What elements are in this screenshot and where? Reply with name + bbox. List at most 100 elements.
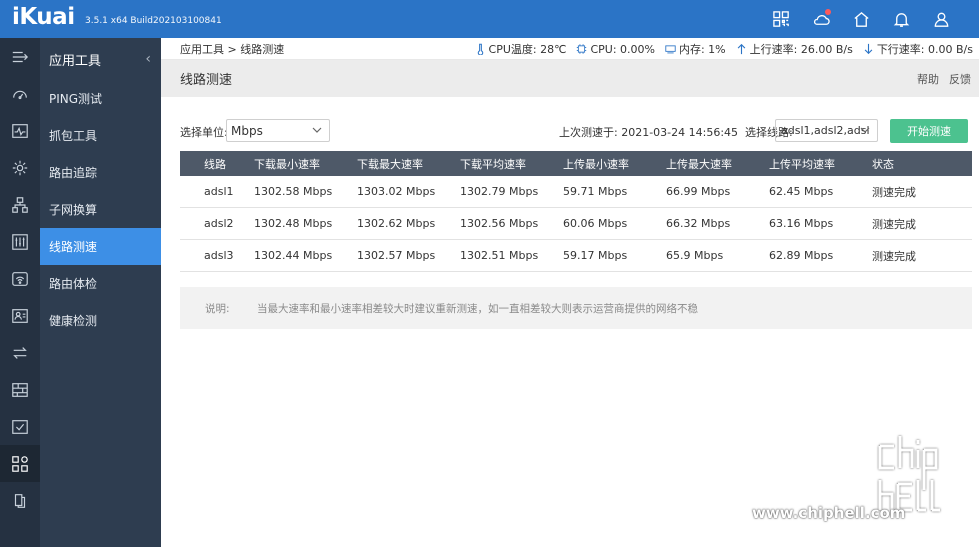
sidebar-section-title: 应用工具 — [49, 53, 102, 69]
status-cell: 测速完成 — [872, 249, 916, 263]
table-cell: 1302.51 Mbps — [460, 249, 539, 262]
column-header[interactable]: 上传平均速率 — [769, 156, 872, 172]
unit-select-value: Mbps — [231, 123, 263, 138]
table-cell: adsl1 — [204, 185, 234, 198]
sidebar-item-traceroute[interactable]: 路由追踪 — [40, 154, 161, 191]
line-select-value: adsl1,adsl2,adsl — [781, 124, 870, 137]
network-icon[interactable] — [0, 186, 40, 223]
feedback-link[interactable]: 反馈 — [949, 71, 971, 87]
notification-dot — [825, 9, 831, 15]
note-box: 说明: 当最大速率和最小速率相差较大时建议重新测速，如一直相差较大则表示运营商提… — [180, 287, 972, 329]
top-bar: iKuai 3.5.1 x64 Build202103100841 — [0, 0, 979, 38]
bell-icon[interactable] — [881, 0, 921, 38]
top-icons — [761, 0, 961, 38]
cpu-temp-stat: CPU温度: 28℃ — [475, 41, 566, 57]
version-label: 3.5.1 x64 Build202103100841 — [85, 16, 222, 26]
start-speedtest-button[interactable]: 开始测速 — [890, 119, 968, 143]
home-icon[interactable] — [841, 0, 881, 38]
table-cell: 1302.48 Mbps — [254, 217, 333, 230]
help-link[interactable]: 帮助 — [917, 71, 939, 87]
arrow-down-icon — [864, 43, 873, 55]
table-row: adsl1 1302.58 Mbps 1303.02 Mbps 1302.79 … — [180, 176, 972, 208]
transfer-icon[interactable] — [0, 334, 40, 371]
sidebar-section-header: 应用工具 ‹ — [40, 38, 161, 80]
app-tools-icon[interactable] — [0, 445, 40, 482]
icon-rail — [0, 38, 40, 547]
table-cell: 66.99 Mbps — [666, 185, 731, 198]
memory-stat: 内存: 1% — [665, 41, 726, 57]
breadcrumb: 应用工具 > 线路测速 — [180, 42, 285, 56]
breadcrumb-bar: 应用工具 > 线路测速 CPU温度: 28℃ CPU: 0.00% 内存: 1%… — [161, 38, 979, 60]
arrow-up-icon — [737, 43, 745, 55]
sidebar-item-health-check[interactable]: 健康检测 — [40, 302, 161, 339]
table-cell: 1302.44 Mbps — [254, 249, 333, 262]
dashboard-icon[interactable] — [0, 75, 40, 112]
apps-grid-icon[interactable] — [761, 0, 801, 38]
status-cell: 测速完成 — [872, 185, 916, 199]
table-cell: 66.32 Mbps — [666, 217, 731, 230]
user-auth-icon[interactable] — [0, 297, 40, 334]
settings-icon[interactable] — [0, 149, 40, 186]
user-icon[interactable] — [921, 0, 961, 38]
table-row: adsl3 1302.44 Mbps 1302.57 Mbps 1302.51 … — [180, 240, 972, 272]
thermometer-icon — [477, 43, 483, 55]
upload-rate-stat: 上行速率: 26.00 B/s — [736, 41, 853, 57]
status-cell: 测速完成 — [872, 217, 916, 231]
table-row: adsl2 1302.48 Mbps 1302.62 Mbps 1302.56 … — [180, 208, 972, 240]
speedtest-controls: 选择单位: Mbps 上次测速于: 2021-03-24 14:56:45 选择… — [180, 119, 968, 143]
log-icon[interactable] — [0, 408, 40, 445]
column-header[interactable]: 下载最大速率 — [357, 156, 460, 172]
column-header[interactable]: 状态 — [872, 156, 972, 172]
cpu-stat: CPU: 0.00% — [576, 43, 655, 56]
cloud-icon[interactable] — [801, 0, 841, 38]
column-header[interactable]: 上传最小速率 — [563, 156, 666, 172]
sidebar-item-packet-capture[interactable]: 抓包工具 — [40, 117, 161, 154]
download-rate-stat: 下行速率: 0.00 B/s — [863, 41, 973, 57]
chip-icon — [577, 44, 587, 54]
sub-sidebar: 应用工具 ‹ PING测试 抓包工具 路由追踪 子网换算 线路测速 路由体检 健… — [40, 38, 161, 547]
table-cell: 63.16 Mbps — [769, 217, 834, 230]
note-label: 说明: — [205, 302, 230, 315]
sidebar-item-router-checkup[interactable]: 路由体检 — [40, 265, 161, 302]
table-header: 线路 下载最小速率 下载最大速率 下载平均速率 上传最小速率 上传最大速率 上传… — [180, 151, 972, 176]
table-cell: 1303.02 Mbps — [357, 185, 436, 198]
table-cell: adsl3 — [204, 249, 234, 262]
documents-icon[interactable] — [0, 482, 40, 519]
sidebar-item-subnet-calc[interactable]: 子网换算 — [40, 191, 161, 228]
sidebar-item-ping[interactable]: PING测试 — [40, 80, 161, 117]
speedtest-table: 线路 下载最小速率 下载最大速率 下载平均速率 上传最小速率 上传最大速率 上传… — [180, 151, 972, 272]
table-cell: 1302.56 Mbps — [460, 217, 539, 230]
monitor-icon[interactable] — [0, 112, 40, 149]
table-cell: adsl2 — [204, 217, 234, 230]
system-stats: CPU温度: 28℃ CPU: 0.00% 内存: 1% 上行速率: 26.00… — [475, 38, 973, 60]
table-cell: 65.9 Mbps — [666, 249, 724, 262]
column-header[interactable]: 下载平均速率 — [460, 156, 563, 172]
note-text: 当最大速率和最小速率相差较大时建议重新测速，如一直相差较大则表示运营商提供的网络… — [257, 302, 698, 315]
menu-toggle-icon[interactable] — [0, 38, 40, 75]
chevron-down-icon — [312, 127, 322, 133]
brand-logo: iKuai — [12, 4, 75, 30]
table-cell: 62.45 Mbps — [769, 185, 834, 198]
memory-icon — [665, 45, 676, 54]
table-cell: 62.89 Mbps — [769, 249, 834, 262]
table-cell: 60.06 Mbps — [563, 217, 628, 230]
column-header[interactable]: 上传最大速率 — [666, 156, 769, 172]
column-header[interactable]: 线路 — [180, 156, 254, 172]
table-cell: 59.17 Mbps — [563, 249, 628, 262]
traffic-control-icon[interactable] — [0, 223, 40, 260]
unit-select[interactable]: Mbps — [226, 119, 330, 142]
collapse-chevron-icon[interactable]: ‹ — [145, 51, 151, 67]
unit-label: 选择单位: — [180, 126, 228, 139]
column-header[interactable]: 下载最小速率 — [254, 156, 357, 172]
line-select[interactable]: adsl1,adsl2,adsl — [775, 119, 878, 142]
table-cell: 1302.79 Mbps — [460, 185, 539, 198]
table-cell: 59.71 Mbps — [563, 185, 628, 198]
table-cell: 1302.62 Mbps — [357, 217, 436, 230]
wifi-icon[interactable] — [0, 260, 40, 297]
firewall-icon[interactable] — [0, 371, 40, 408]
table-cell: 1302.58 Mbps — [254, 185, 333, 198]
page-title-bar: 线路测速 帮助 反馈 — [161, 60, 979, 97]
sidebar-item-line-speedtest[interactable]: 线路测速 — [40, 228, 161, 265]
table-cell: 1302.57 Mbps — [357, 249, 436, 262]
title-links: 帮助 反馈 — [917, 60, 971, 97]
